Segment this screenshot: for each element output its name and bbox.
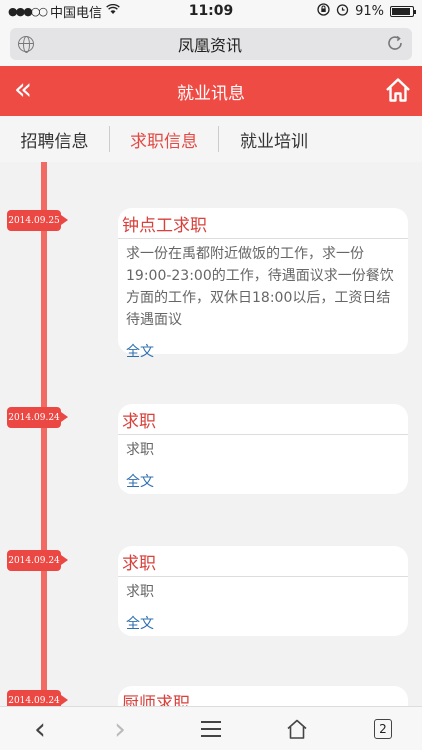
double-chevron-left-icon: « [13,72,33,107]
signal-dots-icon: ●●●○○ [8,4,48,18]
globe-icon[interactable] [18,36,34,53]
timeline-list[interactable]: 2014.09.25 钟点工求职 求一份在禹都附近做饭的工作，求一份19:00-… [0,162,422,706]
chevron-left-icon: ‹ [34,711,46,747]
post-card[interactable]: 求职 求职 全文 [118,546,408,636]
date-badge: 2014.09.24 [7,550,68,571]
home-outline-icon [287,719,307,739]
post-summary: 求职 [126,584,154,600]
status-bar: ●●●○○ 中国电信 11:09 91% [0,0,422,22]
read-more-link[interactable]: 全文 [118,603,408,633]
address-field[interactable]: 凤凰资讯 [10,28,412,60]
post-card[interactable]: 钟点工求职 求一份在禹都附近做饭的工作，求一份19:00-23:00的工作，待遇… [118,208,408,360]
timeline-line [41,162,47,706]
back-button[interactable]: « [8,75,38,106]
read-more-link[interactable]: 全文 [118,331,408,361]
status-left: ●●●○○ 中国电信 [8,2,158,21]
carrier-label: 中国电信 [50,5,103,21]
page-title: 就业讯息 [177,83,245,104]
post-card[interactable]: 求职 求职 全文 [118,404,408,494]
date-badge: 2014.09.24 [7,690,68,706]
tab-training[interactable]: 就业培训 [219,126,329,152]
status-right: 91% [317,2,416,20]
browser-back-button[interactable]: ‹ [20,707,60,750]
date-badge: 2014.09.25 [7,210,68,231]
post-title[interactable]: 求职 [118,404,408,435]
wifi-icon [106,3,120,19]
tab-count-badge: 2 [374,719,392,739]
battery-fill [392,7,411,15]
browser-forward-button[interactable]: › [100,707,140,750]
app-header: « 就业讯息 [0,66,422,116]
chevron-right-icon: › [114,711,126,747]
battery-icon [390,5,416,17]
read-more-link[interactable]: 全文 [118,461,408,491]
post-title[interactable]: 求职 [118,546,408,577]
page-site-title: 凤凰资讯 [177,36,242,55]
post-summary: 求职 [126,442,154,458]
post-summary: 求一份在禹都附近做饭的工作，求一份19:00-23:00的工作，待遇面议求一份餐… [126,246,394,328]
menu-icon [201,721,221,737]
post-title[interactable]: 厨师求职 [118,686,408,706]
orientation-lock-icon [317,2,330,20]
browser-toolbar: ‹ › 2 [0,706,422,750]
browser-address-bar: 凤凰资讯 [0,22,422,66]
battery-percent: 91% [355,3,384,19]
browser-menu-button[interactable] [191,707,231,750]
browser-tabs-button[interactable]: 2 [363,707,403,750]
post-card[interactable]: 厨师求职 [118,686,408,706]
alarm-icon [336,3,349,20]
home-button[interactable] [384,76,412,104]
date-badge: 2014.09.24 [7,407,68,428]
home-icon [386,78,410,102]
post-title[interactable]: 钟点工求职 [118,208,408,239]
tab-recruitment[interactable]: 招聘信息 [0,126,110,152]
tab-job-seeking[interactable]: 求职信息 [110,126,219,152]
reload-icon[interactable] [386,34,404,55]
browser-home-button[interactable] [277,707,317,750]
category-tabs: 招聘信息 求职信息 就业培训 [0,116,422,162]
